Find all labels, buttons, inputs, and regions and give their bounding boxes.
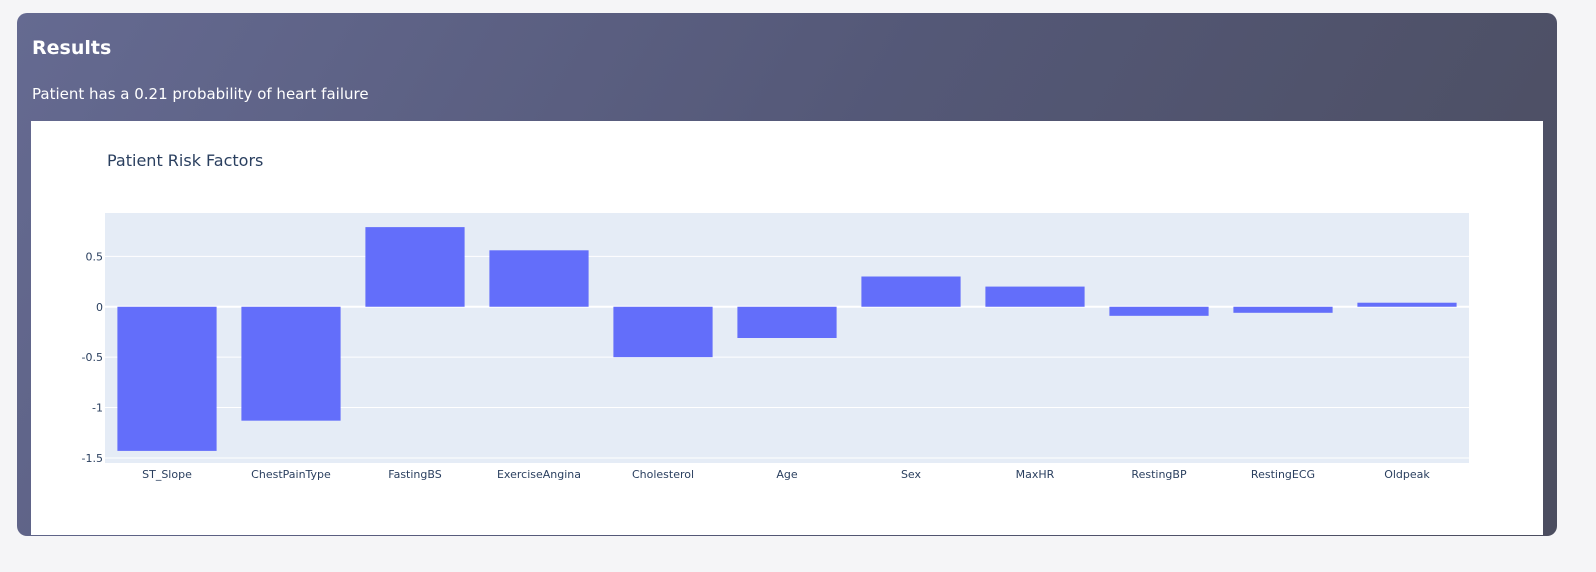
x-tick-label: RestingBP xyxy=(1131,468,1187,481)
x-tick-label: Oldpeak xyxy=(1384,468,1430,481)
bar-sex[interactable] xyxy=(861,276,961,307)
chart-title: Patient Risk Factors xyxy=(107,151,263,170)
y-tick-label: 0 xyxy=(96,301,103,314)
x-tick-label: FastingBS xyxy=(388,468,441,481)
probability-summary: Patient has a 0.21 probability of heart … xyxy=(32,85,369,103)
x-axis-ticks: ST_Slope ChestPainType FastingBS ExerciseAn… xyxy=(142,468,1430,481)
x-tick-label: RestingECG xyxy=(1251,468,1315,481)
x-tick-label: ChestPainType xyxy=(251,468,331,481)
x-tick-label: Cholesterol xyxy=(632,468,694,481)
bar-exerciseangina[interactable] xyxy=(489,250,589,307)
y-tick-label: -1.5 xyxy=(82,452,103,465)
results-card: Results Patient has a 0.21 probability o… xyxy=(17,13,1557,536)
x-tick-label: ExerciseAngina xyxy=(497,468,581,481)
bar-age[interactable] xyxy=(737,306,837,338)
y-tick-label: -0.5 xyxy=(82,351,103,364)
bar-fastingbs[interactable] xyxy=(365,227,465,307)
bar-chestpaintype[interactable] xyxy=(241,306,341,421)
y-tick-label: -1 xyxy=(92,402,103,415)
x-tick-label: Sex xyxy=(901,468,922,481)
risk-factor-chart-svg: Patient Risk Factors 0.5 0 -0.5 -1 -1.5 ST_S… xyxy=(82,151,1469,481)
results-title: Results xyxy=(32,37,112,59)
bar-cholesterol[interactable] xyxy=(613,306,713,358)
bar-oldpeak[interactable] xyxy=(1357,302,1457,307)
bar-restingbp[interactable] xyxy=(1109,306,1209,316)
y-tick-label: 0.5 xyxy=(86,250,104,263)
bar-maxhr[interactable] xyxy=(985,286,1085,307)
x-tick-label: MaxHR xyxy=(1016,468,1055,481)
bar-restingecg[interactable] xyxy=(1233,306,1333,313)
y-axis-ticks: 0.5 0 -0.5 -1 -1.5 xyxy=(82,250,103,465)
x-tick-label: ST_Slope xyxy=(142,468,192,481)
risk-factor-chart: Patient Risk Factors 0.5 0 -0.5 -1 -1.5 ST_S… xyxy=(31,121,1543,535)
x-tick-label: Age xyxy=(776,468,798,481)
bar-st_slope[interactable] xyxy=(117,306,217,451)
